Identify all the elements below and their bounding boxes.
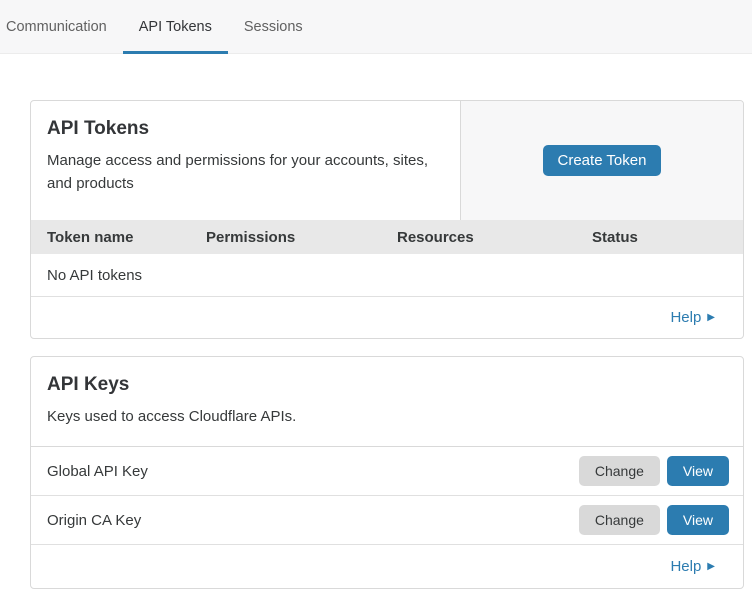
column-header-status: Status — [592, 229, 743, 246]
tokens-table-header: Token name Permissions Resources Status — [31, 220, 743, 254]
keys-help-link[interactable]: Help ▶ — [670, 558, 715, 575]
api-tokens-card: API Tokens Manage access and permissions… — [30, 100, 744, 339]
column-header-permissions: Permissions — [206, 229, 397, 246]
api-keys-description: Keys used to access Cloudflare APIs. — [47, 405, 727, 428]
origin-ca-key-view-button[interactable]: View — [667, 505, 729, 535]
tab-sessions[interactable]: Sessions — [228, 0, 319, 53]
tokens-help-label: Help — [670, 309, 701, 326]
api-keys-title: API Keys — [47, 374, 727, 396]
origin-ca-key-change-button[interactable]: Change — [579, 505, 660, 535]
tab-api-tokens[interactable]: API Tokens — [123, 0, 228, 53]
keys-help-label: Help — [670, 558, 701, 575]
global-api-key-actions: Change View — [579, 456, 729, 486]
global-api-key-row: Global API Key Change View — [31, 447, 743, 496]
tab-bar: Communication API Tokens Sessions — [0, 0, 752, 54]
page-content: API Tokens Manage access and permissions… — [0, 54, 752, 589]
api-tokens-description: Manage access and permissions for your a… — [47, 149, 444, 196]
tab-communication[interactable]: Communication — [6, 0, 123, 53]
api-keys-card-header: API Keys Keys used to access Cloudflare … — [31, 357, 743, 447]
tokens-help-link[interactable]: Help ▶ — [670, 309, 715, 326]
api-tokens-card-header: API Tokens Manage access and permissions… — [31, 101, 743, 220]
help-arrow-icon: ▶ — [707, 562, 715, 572]
api-tokens-title: API Tokens — [47, 118, 444, 140]
keys-help-row: Help ▶ — [31, 545, 743, 588]
tokens-empty-state: No API tokens — [31, 254, 743, 297]
api-tokens-header-action-cell: Create Token — [461, 101, 743, 220]
origin-ca-key-label: Origin CA Key — [47, 512, 141, 529]
global-api-key-view-button[interactable]: View — [667, 456, 729, 486]
global-api-key-label: Global API Key — [47, 463, 148, 480]
origin-ca-key-row: Origin CA Key Change View — [31, 496, 743, 545]
global-api-key-change-button[interactable]: Change — [579, 456, 660, 486]
api-keys-card: API Keys Keys used to access Cloudflare … — [30, 356, 744, 589]
origin-ca-key-actions: Change View — [579, 505, 729, 535]
column-header-resources: Resources — [397, 229, 592, 246]
help-arrow-icon: ▶ — [707, 313, 715, 323]
column-header-token-name: Token name — [47, 229, 206, 246]
api-tokens-header-text: API Tokens Manage access and permissions… — [31, 101, 461, 220]
tokens-help-row: Help ▶ — [31, 297, 743, 338]
create-token-button[interactable]: Create Token — [543, 145, 662, 176]
